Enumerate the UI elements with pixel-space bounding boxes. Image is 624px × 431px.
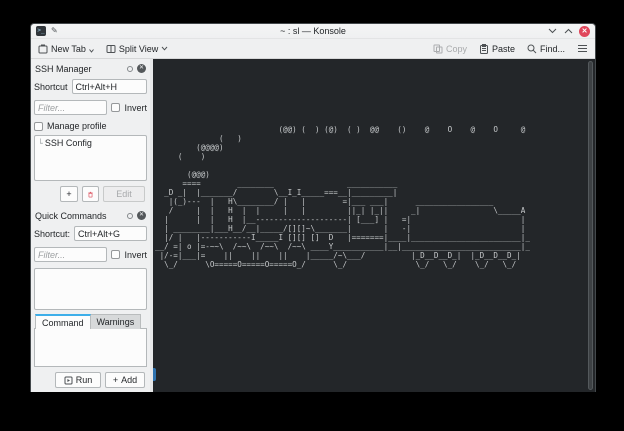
paste-label: Paste	[492, 44, 515, 54]
qc-shortcut-row: Shortcut:	[34, 226, 147, 241]
main-toolbar: New Tab Split View Copy Paste Find...	[31, 39, 595, 59]
manage-profile-checkbox[interactable]	[34, 122, 43, 131]
run-label: Run	[76, 375, 93, 385]
new-tab-button[interactable]: New Tab	[38, 44, 94, 54]
chevron-down-icon	[161, 46, 168, 51]
sl-train-ascii-art: (@@) ( ) (@) ( ) @@ () @ O @ O @ ( ) (@@…	[155, 125, 530, 269]
ssh-filter-row: Invert	[34, 100, 147, 115]
tab-command[interactable]: Command	[35, 314, 91, 329]
ssh-manager-panel: SSH Manager ✕ Shortcut Invert	[31, 59, 150, 206]
edit-ssh-button[interactable]: Edit	[103, 186, 145, 202]
close-button[interactable]: ✕	[579, 26, 590, 37]
splitter-accent-mark	[153, 368, 156, 381]
minimize-button[interactable]	[547, 26, 557, 36]
copy-label: Copy	[446, 44, 467, 54]
copy-icon	[433, 44, 443, 54]
konsole-app-icon: >_	[36, 26, 46, 36]
qc-shortcut-label: Shortcut:	[34, 229, 70, 239]
tree-branch-icon: └	[38, 139, 43, 148]
window-content: SSH Manager ✕ Shortcut Invert	[31, 59, 595, 392]
add-label: Add	[121, 375, 137, 385]
manage-profile-label: Manage profile	[47, 121, 107, 131]
split-view-icon	[106, 44, 116, 54]
qc-invert-label: Invert	[124, 250, 147, 260]
paste-button[interactable]: Paste	[479, 44, 515, 54]
qc-shortcut-field[interactable]	[74, 226, 147, 241]
float-panel-icon[interactable]	[127, 66, 133, 72]
pin-icon[interactable]: ✎	[51, 27, 58, 35]
run-button[interactable]: Run	[55, 372, 101, 388]
copy-button[interactable]: Copy	[433, 44, 467, 54]
find-button[interactable]: Find...	[527, 44, 565, 54]
qc-buttons-row: Run + Add	[34, 372, 145, 388]
titlebar[interactable]: >_ ✎ ~ : sl — Konsole ✕	[31, 24, 595, 39]
quick-commands-list[interactable]	[34, 268, 147, 310]
ssh-manager-title: SSH Manager	[35, 64, 123, 74]
split-view-label: Split View	[119, 44, 158, 54]
qc-filter-input[interactable]	[34, 247, 107, 262]
terminal-scrollbar[interactable]	[587, 61, 594, 390]
tree-item-label: SSH Config	[45, 138, 92, 148]
close-panel-icon[interactable]: ✕	[137, 211, 146, 220]
hamburger-menu-icon	[577, 44, 588, 53]
ssh-shortcut-label: Shortcut	[34, 82, 68, 92]
quick-commands-title: Quick Commands	[35, 211, 123, 221]
new-tab-label: New Tab	[51, 44, 86, 54]
ssh-filter-input[interactable]	[34, 100, 107, 115]
add-ssh-button[interactable]: +	[60, 186, 78, 202]
quick-commands-panel: Quick Commands ✕ Shortcut: Invert	[31, 206, 150, 392]
ssh-config-tree: └ SSH Config	[34, 135, 147, 181]
hamburger-menu-button[interactable]	[577, 44, 588, 53]
qc-filter-row: Invert	[34, 247, 147, 262]
tree-item-ssh-config[interactable]: └ SSH Config	[38, 138, 143, 148]
paste-icon	[479, 44, 489, 54]
desktop-background: >_ ✎ ~ : sl — Konsole ✕ New Tab	[0, 0, 624, 431]
ssh-manager-header[interactable]: SSH Manager ✕	[35, 62, 146, 75]
delete-ssh-button[interactable]	[82, 186, 99, 202]
ssh-invert-checkbox[interactable]	[111, 103, 120, 112]
window-controls: ✕	[547, 26, 590, 37]
split-view-button[interactable]: Split View	[106, 44, 168, 54]
close-panel-icon[interactable]: ✕	[137, 64, 146, 73]
add-command-button[interactable]: + Add	[105, 372, 145, 388]
ssh-shortcut-row: Shortcut	[34, 79, 147, 94]
ssh-manage-profile-row: Manage profile	[34, 121, 147, 131]
ssh-invert-label: Invert	[124, 103, 147, 113]
quick-commands-header[interactable]: Quick Commands ✕	[35, 209, 146, 222]
trash-icon	[88, 190, 93, 199]
chevron-up-icon	[564, 28, 573, 34]
scrollbar-handle[interactable]	[588, 61, 593, 390]
ssh-shortcut-field[interactable]	[72, 79, 147, 94]
find-label: Find...	[540, 44, 565, 54]
run-icon	[64, 376, 73, 385]
qc-tabbar: Command Warnings	[35, 314, 147, 329]
plus-icon: +	[113, 375, 118, 385]
maximize-button[interactable]	[563, 26, 573, 36]
new-tab-icon	[38, 44, 48, 54]
float-panel-icon[interactable]	[127, 213, 133, 219]
side-panels: SSH Manager ✕ Shortcut Invert	[31, 59, 153, 392]
chevron-down-icon	[548, 28, 557, 34]
tab-warnings[interactable]: Warnings	[91, 314, 142, 329]
konsole-window: >_ ✎ ~ : sl — Konsole ✕ New Tab	[30, 23, 596, 392]
terminal-display[interactable]: (@@) ( ) (@) ( ) @@ () @ O @ O @ ( ) (@@…	[153, 59, 595, 392]
chevron-down-icon	[89, 49, 94, 53]
qc-invert-checkbox[interactable]	[111, 250, 120, 259]
window-title: ~ : sl — Konsole	[31, 26, 595, 36]
ssh-buttons-row: + Edit	[34, 186, 145, 202]
command-editor[interactable]	[34, 328, 147, 367]
search-icon	[527, 44, 537, 54]
